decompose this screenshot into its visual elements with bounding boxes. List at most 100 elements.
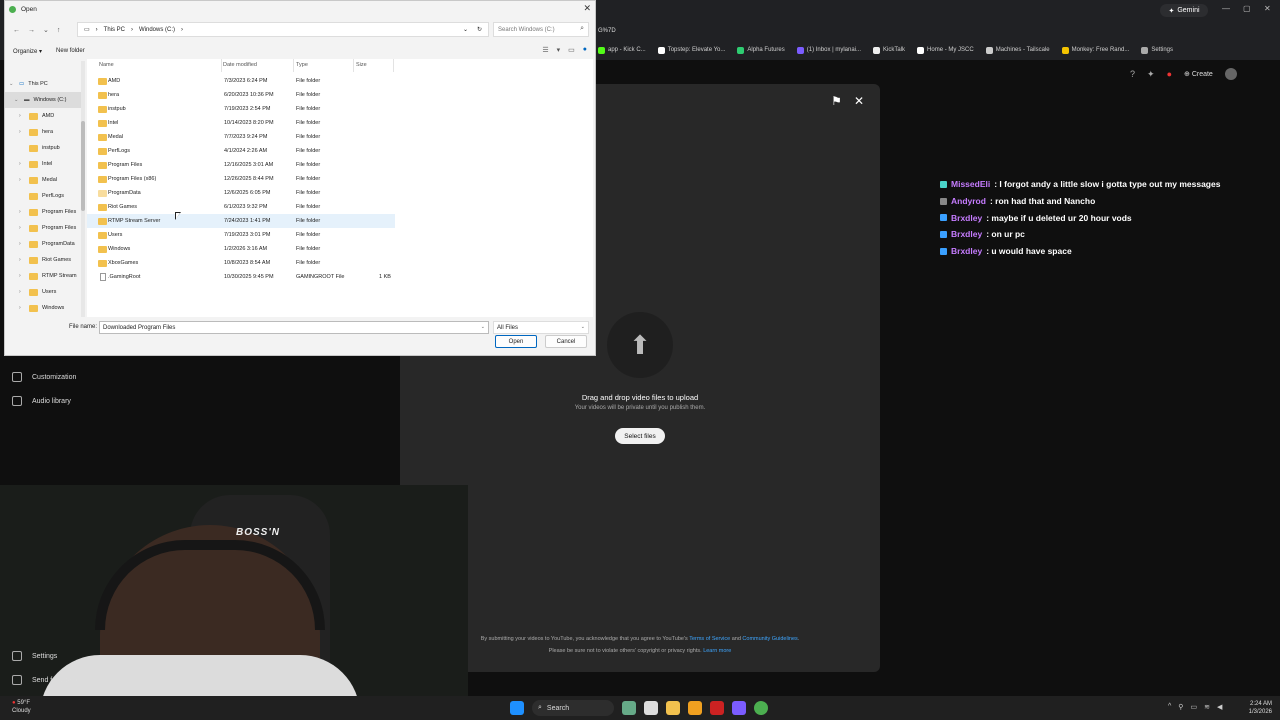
bookmark-item[interactable]: Machines - Tailscale — [985, 46, 1050, 54]
file-row[interactable]: Medal 7/7/2023 9:24 PM File folder — [87, 130, 395, 144]
nav-item-folder[interactable]: › Intel — [5, 156, 81, 172]
nav-item-folder[interactable]: › ProgramData — [5, 236, 81, 252]
file-row[interactable]: XboxGames 10/8/2023 8:54 AM File folder — [87, 256, 395, 270]
column-size[interactable]: Size — [356, 62, 367, 68]
help-icon[interactable]: ? — [1130, 69, 1135, 79]
file-name-input[interactable]: Downloaded Program Files ⌄ — [99, 321, 489, 334]
nav-item-windows-c[interactable]: ⌄ ▬ Windows (C:) — [5, 92, 81, 108]
column-name[interactable]: Name — [99, 62, 114, 68]
discord-icon[interactable] — [732, 701, 746, 715]
search-input[interactable]: Search Windows (C:) ⌕ — [493, 22, 589, 37]
close-icon[interactable]: ✕ — [854, 94, 864, 108]
nav-item-folder[interactable]: › Users — [5, 284, 81, 300]
file-row[interactable]: Riot Games 6/1/2023 9:32 PM File folder — [87, 200, 395, 214]
terms-link[interactable]: Terms of Service — [689, 636, 730, 642]
sidebar-item-audio-library[interactable]: Audio library — [12, 396, 71, 406]
obs-icon[interactable] — [710, 701, 724, 715]
avatar[interactable] — [1224, 68, 1237, 80]
view-list-icon[interactable]: ☰ — [542, 46, 548, 54]
close-window-icon[interactable]: ✕ — [1264, 4, 1271, 13]
sidebar-item-customization[interactable]: Customization — [12, 372, 76, 382]
nav-item-folder[interactable]: › Medal — [5, 172, 81, 188]
help-icon[interactable]: ● — [583, 46, 587, 54]
widgets-icon[interactable] — [622, 701, 636, 715]
close-icon[interactable]: ✕ — [583, 3, 591, 14]
bookmark-item[interactable]: app - Kick C... — [598, 46, 646, 54]
up-arrow-icon[interactable]: ↑ — [57, 27, 61, 34]
file-row[interactable]: Program Files (x86) 12/26/2025 8:44 PM Fil… — [87, 172, 395, 186]
file-row[interactable]: Users 7/19/2023 3:01 PM File folder — [87, 228, 395, 242]
maximize-icon[interactable]: ▢ — [1243, 4, 1251, 13]
clock[interactable]: 2:24 AM 1/3/2026 — [1214, 700, 1272, 716]
task-view-icon[interactable] — [644, 701, 658, 715]
app-icon[interactable] — [688, 701, 702, 715]
refresh-icon[interactable]: ↻ — [477, 26, 482, 33]
open-button[interactable]: Open — [495, 335, 537, 348]
chevron-down-icon[interactable]: ⌄ — [43, 26, 49, 34]
gemini-button[interactable]: ✦ Gemini — [1160, 4, 1208, 17]
organize-button[interactable]: Organize ▾ — [13, 48, 42, 55]
forward-arrow-icon[interactable]: → — [28, 27, 35, 34]
column-type[interactable]: Type — [296, 62, 308, 68]
nav-item-folder[interactable]: › Program Files — [5, 220, 81, 236]
file-row[interactable]: RTMP Stream Server 7/24/2023 1:41 PM File … — [87, 214, 395, 228]
file-row[interactable]: .GamingRoot 10/30/2025 9:45 PM GAMINGROOT … — [87, 270, 395, 284]
file-row[interactable]: Intel 10/14/2023 8:20 PM File folder — [87, 116, 395, 130]
nav-item-folder[interactable]: › Program Files — [5, 204, 81, 220]
create-button[interactable]: ⊕ Create — [1184, 70, 1213, 78]
chevron-down-icon[interactable]: ⌄ — [481, 324, 485, 330]
nav-item-folder[interactable]: › RTMP Stream — [5, 268, 81, 284]
chrome-icon[interactable] — [754, 701, 768, 715]
bookmark-item[interactable]: Home - My JSCC — [917, 46, 974, 54]
file-type-select[interactable]: All Files ⌄ — [493, 321, 589, 334]
sidebar-item-send-feedback[interactable]: Send feedback — [12, 675, 79, 685]
guidelines-link[interactable]: Community Guidelines — [742, 636, 797, 642]
select-files-button[interactable]: Select files — [615, 428, 665, 444]
back-arrow-icon[interactable]: ← — [13, 27, 20, 34]
chevron-down-icon[interactable]: ▾ — [557, 46, 561, 54]
bookmark-item[interactable]: (1) Inbox | mylanai... — [796, 46, 861, 54]
upload-arrow-icon[interactable]: ⬆ — [607, 312, 673, 378]
file-row[interactable]: Windows 1/2/2026 3:16 AM File folder — [87, 242, 395, 256]
nav-item-folder[interactable]: instpub — [5, 140, 81, 156]
nav-scrollbar[interactable] — [81, 61, 85, 317]
url-bar[interactable]: G%7D — [598, 28, 616, 34]
nav-item-folder[interactable]: › Riot Games — [5, 252, 81, 268]
file-row[interactable]: PerfLogs 4/1/2024 2:26 AM File folder — [87, 144, 395, 158]
breadcrumb-this-pc[interactable]: This PC — [104, 27, 125, 33]
mic-icon[interactable]: ⚲ — [1178, 703, 1183, 711]
bookmark-item[interactable]: Topstep: Elevate Yo... — [657, 46, 725, 54]
nav-item-folder[interactable]: PerfLogs — [5, 188, 81, 204]
file-row[interactable]: instpub 7/19/2023 2:54 PM File folder — [87, 102, 395, 116]
nav-item-folder[interactable]: › hera — [5, 124, 81, 140]
bell-icon[interactable]: ● — [1167, 69, 1172, 79]
scrollbar-thumb[interactable] — [81, 121, 85, 211]
address-bar[interactable]: ▭ › This PC › Windows (C:) › ⌄ ↻ — [77, 22, 489, 37]
bookmark-item[interactable]: Alpha Futures — [737, 46, 785, 54]
chevron-up-icon[interactable]: ^ — [1168, 703, 1171, 711]
monitor-icon[interactable]: ▭ — [1190, 703, 1197, 711]
preview-pane-icon[interactable]: ▭ — [568, 46, 575, 54]
bookmark-item[interactable]: Monkey: Free Rand... — [1061, 46, 1129, 54]
windows-start-icon[interactable] — [510, 701, 524, 715]
file-row[interactable]: ProgramData 12/6/2025 6:05 PM File folder — [87, 186, 395, 200]
new-folder-button[interactable]: New folder — [56, 48, 85, 54]
nav-item-folder[interactable]: › Windows — [5, 300, 81, 316]
taskbar-search[interactable]: ⌕ Search — [532, 700, 614, 716]
bookmark-item[interactable]: KickTalk — [873, 46, 905, 54]
cancel-button[interactable]: Cancel — [545, 335, 587, 348]
chevron-down-icon[interactable]: ⌄ — [463, 26, 468, 33]
bookmark-item[interactable]: Settings — [1141, 46, 1173, 54]
column-date-modified[interactable]: Date modified — [223, 62, 257, 68]
file-explorer-icon[interactable] — [666, 701, 680, 715]
breadcrumb-windows-c[interactable]: Windows (C:) — [139, 27, 175, 33]
file-row[interactable]: Program Files 12/16/2025 3:01 AM File fold… — [87, 158, 395, 172]
learn-more-link[interactable]: Learn more — [703, 648, 731, 654]
weather-widget[interactable]: ● 59°F Cloudy — [12, 699, 31, 715]
sparkle-icon[interactable]: ✦ — [1147, 69, 1155, 80]
nav-item-this-pc[interactable]: ⌄ ▭ This PC — [5, 76, 81, 92]
nav-item-folder[interactable]: › AMD — [5, 108, 81, 124]
feedback-icon[interactable]: ⚑ — [831, 94, 842, 108]
file-row[interactable]: hera 6/20/2023 10:36 PM File folder — [87, 88, 395, 102]
sidebar-item-settings[interactable]: Settings — [12, 651, 57, 661]
